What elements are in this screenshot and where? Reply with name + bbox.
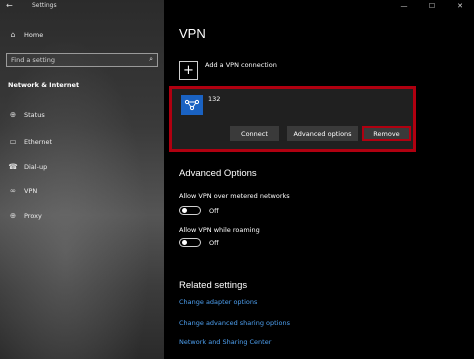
ethernet-icon: ▭ bbox=[9, 137, 17, 146]
sidebar-item-dialup[interactable]: ☎ Dial-up bbox=[0, 162, 164, 171]
minimize-icon[interactable]: — bbox=[390, 0, 418, 12]
globe-icon: ⊕ bbox=[9, 211, 17, 220]
add-vpn-label[interactable]: Add a VPN connection bbox=[205, 61, 277, 69]
search-input[interactable]: Find a setting ⌕ bbox=[6, 53, 158, 67]
roaming-toggle[interactable] bbox=[179, 238, 201, 247]
phone-icon: ☎ bbox=[8, 162, 18, 171]
network-sharing-center-link[interactable]: Network and Sharing Center bbox=[179, 338, 271, 346]
close-icon[interactable]: ✕ bbox=[446, 0, 474, 12]
sidebar-item-label: Ethernet bbox=[24, 137, 52, 146]
toggle-knob bbox=[182, 240, 187, 245]
change-sharing-options-link[interactable]: Change advanced sharing options bbox=[179, 319, 290, 327]
maximize-icon[interactable]: ☐ bbox=[418, 0, 446, 12]
toggle-knob bbox=[182, 208, 187, 213]
sidebar-item-label: VPN bbox=[24, 186, 38, 195]
connect-button[interactable]: Connect bbox=[230, 126, 279, 141]
roaming-label: Allow VPN while roaming bbox=[179, 226, 260, 234]
sidebar-item-label: Status bbox=[24, 110, 45, 119]
sidebar-item-label: Dial-up bbox=[24, 162, 48, 171]
sidebar-item-home[interactable]: ⌂ Home bbox=[0, 30, 164, 39]
sidebar-item-proxy[interactable]: ⊕ Proxy bbox=[0, 211, 164, 220]
vpn-network-glyph bbox=[184, 99, 200, 111]
vpn-card-body: 132 Connect Advanced options Remove bbox=[172, 89, 413, 149]
vpn-icon: ∞ bbox=[9, 186, 17, 195]
home-icon: ⌂ bbox=[10, 30, 16, 39]
sidebar: ← Settings ⌂ Home Find a setting ⌕ Netwo… bbox=[0, 0, 164, 359]
advanced-options-heading: Advanced Options bbox=[179, 168, 257, 179]
sidebar-item-ethernet[interactable]: ▭ Ethernet bbox=[0, 137, 164, 146]
sidebar-item-label: Home bbox=[24, 30, 44, 39]
vpn-connection-card[interactable]: 132 Connect Advanced options Remove bbox=[169, 86, 416, 152]
main-content: — ☐ ✕ VPN + Add a VPN connection 132 Con… bbox=[164, 0, 474, 359]
app-title: Settings bbox=[32, 2, 57, 9]
back-arrow-icon[interactable]: ← bbox=[6, 1, 13, 10]
sidebar-item-vpn[interactable]: ∞ VPN bbox=[0, 186, 164, 195]
change-adapter-options-link[interactable]: Change adapter options bbox=[179, 298, 257, 306]
search-placeholder: Find a setting bbox=[11, 56, 55, 64]
metered-label: Allow VPN over metered networks bbox=[179, 192, 290, 200]
related-settings-heading: Related settings bbox=[179, 280, 248, 291]
add-vpn-button[interactable]: + bbox=[179, 61, 198, 80]
sidebar-item-label: Proxy bbox=[24, 211, 42, 220]
search-icon: ⌕ bbox=[149, 55, 153, 63]
sidebar-item-status[interactable]: ⊕ Status bbox=[0, 110, 164, 119]
plus-icon: + bbox=[183, 63, 194, 78]
window-controls: — ☐ ✕ bbox=[390, 0, 474, 12]
remove-button[interactable]: Remove bbox=[362, 126, 411, 141]
section-title: Network & Internet bbox=[8, 81, 80, 89]
metered-toggle[interactable] bbox=[179, 206, 201, 215]
page-title: VPN bbox=[179, 26, 206, 41]
roaming-toggle-state: Off bbox=[209, 239, 219, 247]
vpn-connection-name: 132 bbox=[208, 95, 221, 103]
vpn-icon bbox=[181, 95, 203, 115]
metered-toggle-state: Off bbox=[209, 207, 219, 215]
globe-icon: ⊕ bbox=[9, 110, 17, 119]
advanced-options-button[interactable]: Advanced options bbox=[287, 126, 358, 141]
